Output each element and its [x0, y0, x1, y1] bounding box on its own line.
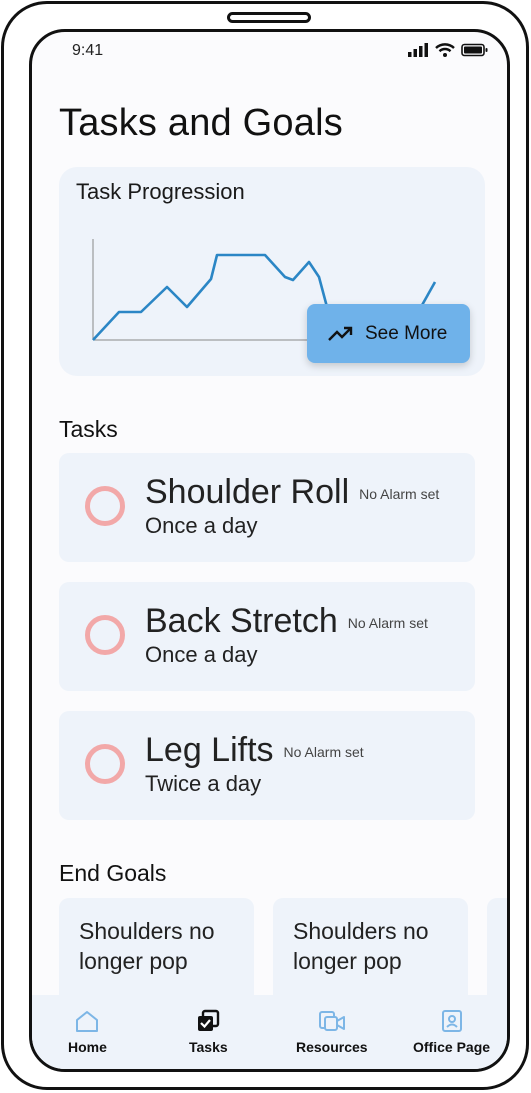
- resources-icon: [318, 1011, 345, 1031]
- task-progress-ring[interactable]: [85, 744, 125, 784]
- task-name: Leg Lifts No Alarm set: [145, 731, 364, 769]
- status-time: 9:41: [72, 42, 104, 59]
- tab-tasks-label: Tasks: [189, 1039, 228, 1055]
- tab-office-page[interactable]: Office Page: [413, 1009, 490, 1055]
- status-bar: 9:41: [32, 32, 507, 72]
- goal-text: Shoulders no longer pop: [293, 918, 429, 974]
- tab-resources[interactable]: Resources: [296, 1009, 368, 1055]
- task-frequency: Once a day: [145, 513, 258, 538]
- tab-home[interactable]: Home: [68, 1009, 107, 1055]
- home-icon: [76, 1011, 99, 1032]
- office-page-icon: [441, 1010, 462, 1032]
- see-more-label: See More: [365, 322, 448, 344]
- task-progression-card: Task Progression See More: [59, 167, 485, 376]
- page-title: Tasks and Goals: [59, 102, 343, 144]
- battery-icon: [461, 43, 488, 57]
- task-frequency: Twice a day: [145, 771, 262, 796]
- task-name: Shoulder Roll No Alarm set: [145, 473, 440, 511]
- task-alarm-status: No Alarm set: [283, 744, 364, 760]
- see-more-button[interactable]: See More: [307, 304, 470, 363]
- bottom-tab-bar: Home Tasks Resources Office Page: [32, 995, 507, 1069]
- tab-office-page-label: Office Page: [413, 1039, 491, 1055]
- task-card-leg-lifts[interactable]: Leg Lifts No Alarm set Twice a day: [59, 711, 475, 820]
- task-alarm-status: No Alarm set: [359, 486, 440, 502]
- task-alarm-status: No Alarm set: [347, 615, 428, 631]
- tasks-icon: [198, 1009, 220, 1031]
- end-goals-section-title: End Goals: [59, 860, 167, 886]
- task-progress-ring[interactable]: [85, 486, 125, 526]
- wifi-icon: [435, 43, 455, 57]
- trending-up-icon: [328, 326, 353, 341]
- signal-icon: [408, 43, 428, 57]
- tasks-section-title: Tasks: [59, 416, 118, 442]
- goal-text: Shoulders no longer pop: [79, 918, 215, 974]
- task-name: Back Stretch No Alarm set: [145, 602, 428, 640]
- task-card-shoulder-roll[interactable]: Shoulder Roll No Alarm set Once a day: [59, 453, 475, 562]
- speaker-notch: [227, 12, 311, 23]
- app-screen: 9:41 Tasks and Goals Task Progression Se…: [29, 29, 510, 1072]
- status-icons: [407, 43, 489, 57]
- task-frequency: Once a day: [145, 642, 258, 667]
- progression-line: [92, 253, 331, 341]
- task-card-back-stretch[interactable]: Back Stretch No Alarm set Once a day: [59, 582, 475, 691]
- tab-tasks[interactable]: Tasks: [189, 1009, 228, 1055]
- tab-home-label: Home: [68, 1039, 107, 1055]
- phone-frame: 9:41 Tasks and Goals Task Progression Se…: [1, 1, 529, 1090]
- task-progress-ring[interactable]: [85, 615, 125, 655]
- tab-resources-label: Resources: [296, 1039, 368, 1055]
